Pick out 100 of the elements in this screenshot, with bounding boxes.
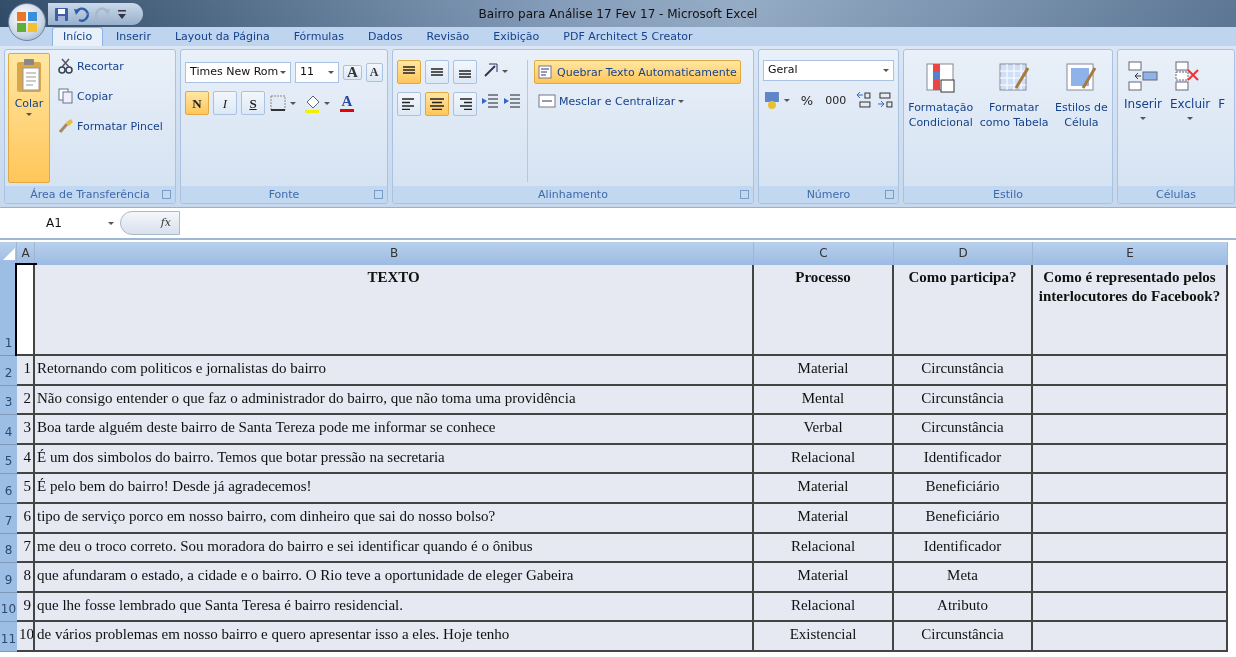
cells-button[interactable]: F <box>1215 53 1229 114</box>
align-top-button[interactable] <box>397 60 421 84</box>
table-cell: Circunstância <box>894 385 1033 416</box>
row-header[interactable]: 11 <box>0 622 17 652</box>
cells-button[interactable]: Excluir <box>1167 53 1214 123</box>
table-cell: Beneficiário <box>894 503 1033 534</box>
group-label: Alinhamento <box>538 188 608 201</box>
table-cell: Beneficiário <box>894 474 1033 504</box>
table-cell: Boa tarde alguém deste bairro de Santa Tereza pode me informar se conhece <box>35 415 754 445</box>
clipboard-item[interactable]: Formatar Pincel <box>54 113 167 139</box>
wrap-text-button[interactable]: Quebrar Texto Automaticamente <box>534 60 741 84</box>
row-header[interactable]: 8 <box>0 533 17 564</box>
table-cell: Material <box>754 474 894 504</box>
row-header[interactable]: 10 <box>0 592 17 623</box>
row-header[interactable]: 2 <box>0 356 17 386</box>
undo-icon[interactable] <box>73 6 91 22</box>
table-cell: que lhe fosse lembrado que Santa Teresa é bairro residencial. <box>35 592 754 623</box>
font-size-field[interactable]: 11 <box>295 62 339 83</box>
paste-button[interactable]: Colar <box>8 53 50 183</box>
table-cell: 4 <box>17 444 35 475</box>
row-header[interactable]: 5 <box>0 444 17 475</box>
group-label: Fonte <box>268 188 300 201</box>
group-label: Estilo <box>993 188 1023 201</box>
table-cell: Identificador <box>894 444 1033 475</box>
customize-arrow-icon[interactable] <box>117 8 127 20</box>
table-cell: 2 <box>17 385 35 416</box>
align-center-icon <box>430 98 444 110</box>
align-bottom-button[interactable] <box>453 60 477 84</box>
increase-decimal-icon[interactable] <box>854 90 873 110</box>
align-right-icon <box>458 98 472 110</box>
table-cell: 3 <box>17 415 35 445</box>
ribbon-tab[interactable]: Layout da Página <box>163 27 281 46</box>
table-cell: Material <box>754 563 894 593</box>
column-header[interactable]: A <box>17 242 35 265</box>
ribbon-tab[interactable]: Início <box>52 27 104 46</box>
grow-font-button[interactable]: A <box>343 65 362 80</box>
insert-cells-icon <box>1127 60 1159 92</box>
underline-button[interactable]: S <box>241 91 265 115</box>
ribbon-tab[interactable]: Exibição <box>482 27 551 46</box>
align-left-button[interactable] <box>397 92 421 116</box>
table-cell: Relacional <box>754 533 894 564</box>
ribbon-tab[interactable]: Inserir <box>105 27 162 46</box>
table-cell: Mental <box>754 385 894 416</box>
italic-button[interactable]: I <box>213 91 237 115</box>
align-center-button[interactable] <box>425 92 449 116</box>
percent-button[interactable]: % <box>796 91 818 109</box>
bold-button[interactable]: N <box>185 91 209 115</box>
table-cell: Relacional <box>754 592 894 623</box>
table-brush-icon <box>998 62 1031 94</box>
row-header[interactable]: 3 <box>0 385 17 416</box>
logo-icon <box>16 11 38 33</box>
thousands-button[interactable]: 000 <box>821 91 851 109</box>
column-header[interactable]: D <box>894 242 1033 265</box>
name-box[interactable]: A1 <box>0 211 120 235</box>
clipboard-item[interactable]: Copiar <box>54 83 167 109</box>
clipboard-item[interactable]: Recortar <box>54 53 167 79</box>
font-name-field[interactable]: Times New Rom <box>185 62 291 83</box>
save-icon[interactable] <box>54 6 69 22</box>
ribbon-tab[interactable]: Fórmulas <box>282 27 355 46</box>
row-header[interactable]: 9 <box>0 563 17 593</box>
style-button[interactable]: Formatação Condicional <box>907 53 975 183</box>
number-format-field[interactable]: Geral <box>763 60 894 81</box>
style-button[interactable]: Estilos de Célula <box>1053 53 1109 183</box>
table-cell: Relacional <box>754 444 894 475</box>
column-header[interactable]: B <box>35 242 754 265</box>
row-header[interactable]: 4 <box>0 415 17 445</box>
table-cell: 8 <box>17 563 35 593</box>
table-cell: me deu o troco correto. Sou moradora do bairro e sei identificar quando é o ônibus <box>35 533 754 564</box>
row-header[interactable]: 7 <box>0 503 17 534</box>
decrease-decimal-icon[interactable] <box>876 90 894 110</box>
table-cell: 10 <box>17 622 35 652</box>
cell-brush-icon <box>1065 62 1098 94</box>
column-header[interactable]: C <box>754 242 894 265</box>
ribbon-tab[interactable]: PDF Architect 5 Creator <box>552 27 704 46</box>
align-middle-button[interactable] <box>425 60 449 84</box>
table-cell: tipo de serviço porco em nosso bairro, com dinheiro que sai do nosso bolso? <box>35 503 754 534</box>
table-cell: de vários problemas em nosso bairro e quero apresentar isso a eles. Hoje tenho <box>35 622 754 652</box>
merge-cells-icon <box>538 94 556 108</box>
font-color-button[interactable]: A <box>337 93 357 113</box>
column-heading: Como participa? <box>894 265 1033 356</box>
merge-center-button[interactable]: Mesclar e Centralizar <box>534 92 741 110</box>
table-cell: É pelo bem do bairro! Desde já agradecemos! <box>35 474 754 504</box>
style-button[interactable]: Formatar como Tabela <box>978 53 1050 183</box>
table-cell: 5 <box>17 474 35 504</box>
borders-icon[interactable] <box>269 92 299 114</box>
table-cell: Material <box>754 503 894 534</box>
increase-indent-icon[interactable] <box>503 92 521 110</box>
table-cell: Circunstância <box>894 415 1033 445</box>
column-header[interactable]: E <box>1033 242 1228 265</box>
table-cell: 7 <box>17 533 35 564</box>
align-middle-icon <box>431 66 443 78</box>
shrink-font-button[interactable]: A <box>365 63 383 82</box>
ribbon-tab[interactable]: Revisão <box>415 27 481 46</box>
table-cell: que afundaram o estado, a cidade e o bairro. O Rio teve a oportunidade de eleger Gabeira <box>35 563 754 593</box>
insert-function-button[interactable]: fx <box>120 211 180 235</box>
wrap-text-icon <box>538 65 554 79</box>
ribbon-tab[interactable]: Dados <box>356 27 414 46</box>
row-header[interactable]: 6 <box>0 474 17 504</box>
align-right-button[interactable] <box>453 92 477 116</box>
cells-button[interactable]: Inserir <box>1121 53 1165 123</box>
